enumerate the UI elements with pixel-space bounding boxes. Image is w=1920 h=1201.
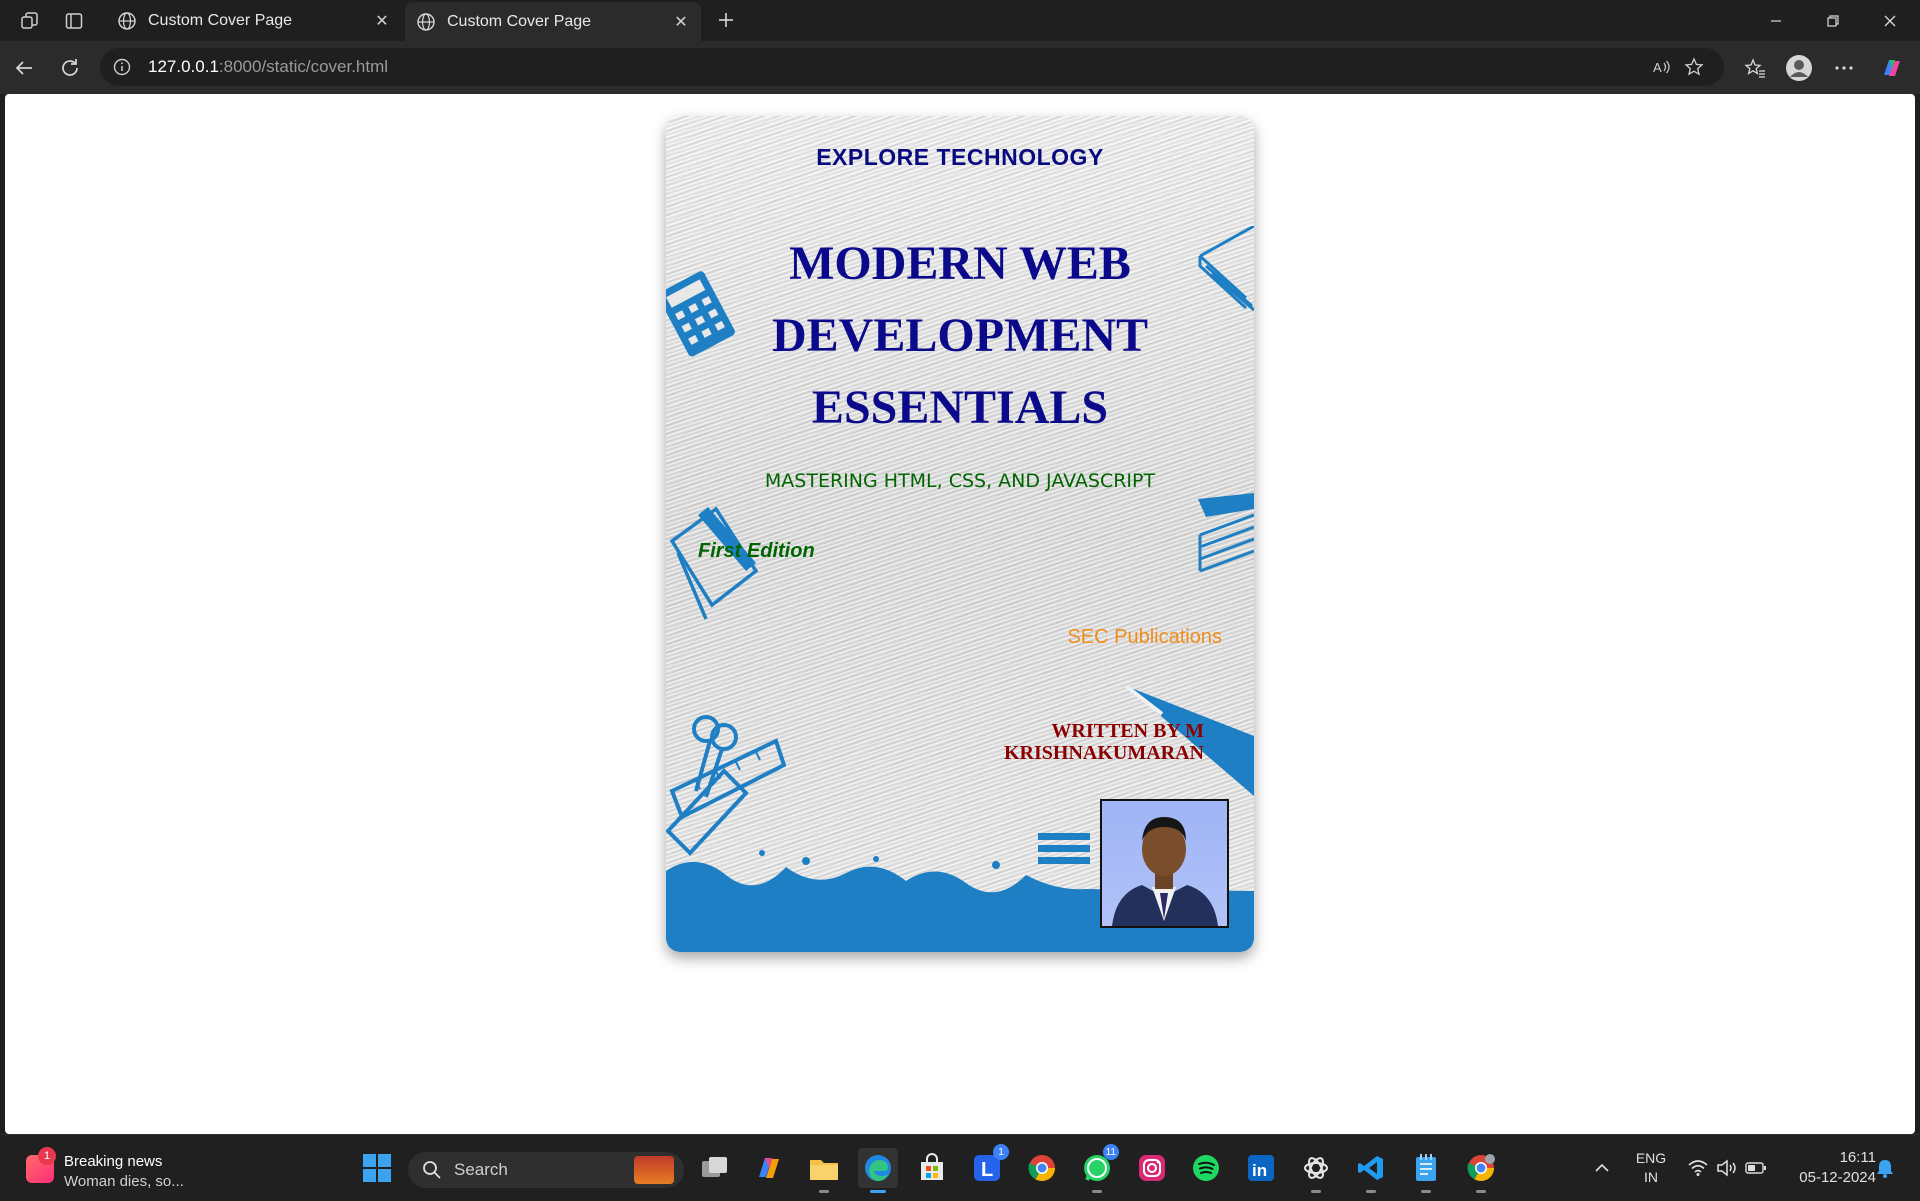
language-code: ENG (1635, 1150, 1667, 1166)
refresh-icon[interactable] (56, 54, 84, 82)
vertical-tabs-icon[interactable] (61, 8, 87, 34)
search-label: Search (454, 1160, 508, 1179)
book-subtitle: MASTERING HTML, CSS, AND JAVASCRIPT (764, 470, 1156, 492)
battery-icon[interactable] (1743, 1135, 1769, 1201)
close-tab-icon[interactable]: ✕ (669, 10, 693, 34)
cover-kicker: EXPLORE TECHNOLOGY (816, 144, 1104, 170)
close-window-button[interactable] (1862, 0, 1918, 41)
edition-label: First Edition (698, 540, 815, 562)
file-explorer-icon[interactable] (804, 1148, 844, 1193)
clock[interactable]: 16:11 05-12-2024 (1780, 1135, 1876, 1201)
new-tab-button[interactable] (712, 6, 740, 34)
navigation-bar: 127.0.0.1:8000/static/cover.html A (0, 41, 1920, 94)
taskbar: 1 Breaking news Woman dies, so... Search… (0, 1134, 1920, 1200)
favorite-star-icon[interactable] (1680, 55, 1708, 79)
minimize-button[interactable] (1748, 0, 1804, 41)
vscode-icon[interactable] (1351, 1148, 1391, 1193)
running-indicator (1311, 1190, 1321, 1193)
spotify-icon[interactable] (1186, 1148, 1226, 1188)
workspaces-icon[interactable] (17, 8, 43, 34)
chatgpt-icon[interactable] (1296, 1148, 1336, 1193)
search-highlight-icon (634, 1156, 674, 1184)
copilot-icon[interactable] (1878, 54, 1906, 82)
svg-text:L: L (981, 1159, 993, 1181)
news-badge: 1 (38, 1147, 56, 1165)
wifi-icon[interactable] (1685, 1135, 1711, 1201)
tab-1[interactable]: Custom Cover Page ✕ (106, 0, 402, 41)
profile-avatar-icon[interactable] (1785, 54, 1813, 82)
page-viewport: EXPLORE TECHNOLOGY MODERN WEB DEVELOPMEN… (5, 94, 1915, 1134)
book-title-line: DEVELOPMENT (771, 309, 1149, 362)
news-teaser: Woman dies, so... (64, 1173, 184, 1190)
books-icon (1198, 493, 1254, 573)
author-line: KRISHNAKUMARAN (1004, 742, 1204, 764)
book-title: MODERN WEB DEVELOPMENT ESSENTIALS (666, 228, 1254, 444)
more-options-icon[interactable] (1830, 54, 1858, 82)
notification-badge: 11 (1102, 1144, 1119, 1160)
globe-icon (116, 10, 138, 32)
book-title-line: ESSENTIALS (811, 381, 1109, 434)
clock-date: 05-12-2024 (1799, 1169, 1876, 1186)
favorites-icon[interactable] (1741, 54, 1769, 82)
clock-time: 16:11 (1839, 1149, 1876, 1166)
svg-text:in: in (1252, 1161, 1267, 1180)
author-credit: WRITTEN BY M KRISHNAKUMARAN (944, 720, 1204, 764)
language-indicator[interactable]: ENG IN (1628, 1135, 1674, 1201)
linkedin-icon[interactable]: in (1241, 1148, 1281, 1188)
tab-title: Custom Cover Page (447, 12, 592, 30)
whatsapp-icon[interactable]: 11 (1077, 1144, 1119, 1193)
instagram-icon[interactable] (1132, 1148, 1172, 1188)
url-text: 127.0.0.1:8000/static/cover.html (148, 57, 388, 77)
close-tab-icon[interactable]: ✕ (370, 9, 394, 33)
publisher-name: SEC Publications (1067, 626, 1222, 648)
book-title-line: MODERN WEB (789, 237, 1131, 290)
read-aloud-icon[interactable]: A (1648, 55, 1676, 79)
book-cover: EXPLORE TECHNOLOGY MODERN WEB DEVELOPMEN… (666, 116, 1254, 952)
back-arrow-icon[interactable] (10, 54, 38, 82)
tab-title: Custom Cover Page (148, 11, 293, 29)
edge-icon[interactable] (858, 1148, 898, 1193)
notepad-icon[interactable] (1406, 1148, 1446, 1193)
running-indicator (1421, 1190, 1431, 1193)
task-view-icon[interactable] (695, 1148, 735, 1188)
taskbar-search[interactable]: Search (408, 1152, 684, 1188)
search-icon (422, 1160, 442, 1180)
news-headline: Breaking news (64, 1153, 163, 1170)
chrome-icon[interactable] (1022, 1148, 1062, 1188)
copilot-icon[interactable] (749, 1148, 789, 1188)
url-host: 127.0.0.1 (148, 57, 219, 76)
address-bar[interactable]: 127.0.0.1:8000/static/cover.html A (100, 48, 1724, 86)
running-indicator (1476, 1190, 1486, 1193)
author-photo (1100, 799, 1229, 928)
language-region: IN (1644, 1169, 1658, 1185)
running-indicator (1366, 1190, 1376, 1193)
running-indicator (1092, 1190, 1102, 1193)
show-hidden-icons-chevron-icon[interactable] (1588, 1135, 1616, 1201)
globe-icon (415, 11, 437, 33)
chrome-profile-icon[interactable] (1461, 1148, 1501, 1193)
tab-2[interactable]: Custom Cover Page ✕ (405, 2, 701, 41)
author-line: WRITTEN BY M (1051, 720, 1204, 742)
svg-text:A: A (1653, 60, 1662, 75)
tab-bar: Custom Cover Page ✕ Custom Cover Page ✕ (0, 0, 1920, 41)
restore-button[interactable] (1805, 0, 1861, 41)
running-indicator (870, 1190, 886, 1193)
running-indicator (819, 1190, 829, 1193)
notification-bell-icon[interactable] (1872, 1135, 1898, 1201)
site-info-icon[interactable] (110, 55, 134, 79)
volume-icon[interactable] (1714, 1135, 1740, 1201)
notification-badge: 1 (993, 1144, 1009, 1160)
news-widget[interactable]: 1 Breaking news Woman dies, so... (22, 1143, 192, 1193)
l-app-icon[interactable]: L 1 (967, 1144, 1009, 1188)
url-path: :8000/static/cover.html (218, 57, 389, 76)
start-icon[interactable] (357, 1148, 397, 1188)
store-icon[interactable] (912, 1148, 952, 1188)
